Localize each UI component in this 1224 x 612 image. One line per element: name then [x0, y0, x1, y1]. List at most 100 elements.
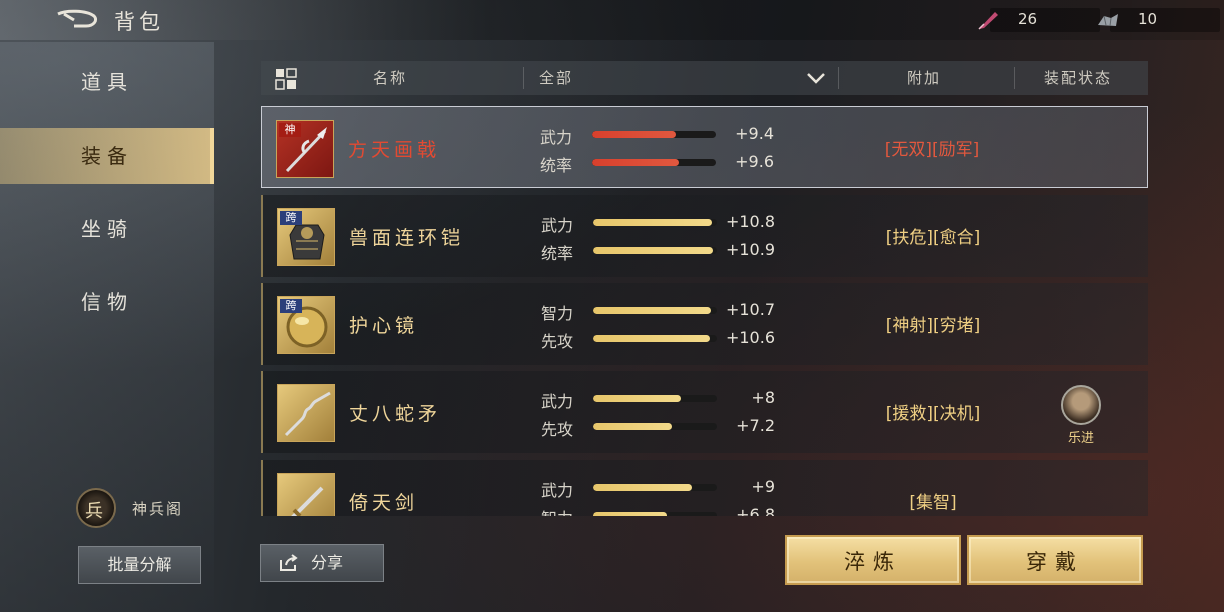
extra-skills: [援救][决机]	[885, 404, 981, 424]
equipment-row[interactable]: 丈八蛇矛 武力 +8 先攻 +7.2 [援救][决机] 乐进	[261, 371, 1148, 453]
stat-value: +7.2	[736, 416, 775, 435]
stat-label: 武力	[541, 481, 574, 500]
stat-bar	[593, 335, 717, 342]
stat-value: +8	[751, 388, 775, 407]
batch-decompose-button[interactable]: 批量分解	[78, 546, 201, 584]
feather-count: 26	[1018, 10, 1038, 28]
refine-button[interactable]: 淬炼	[785, 535, 961, 585]
stat-bar-fill	[593, 512, 668, 516]
stat-value: +6.8	[736, 505, 775, 516]
extra-skills: [集智]	[909, 493, 957, 513]
forge-icon: 兵	[76, 488, 116, 528]
stat-bar-fill	[592, 131, 677, 138]
stat-label: 先攻	[541, 332, 574, 351]
forge-entry[interactable]: 兵 神兵阁	[76, 488, 216, 528]
stat-label: 武力	[541, 392, 574, 411]
extra-skills: [扶危][愈合]	[885, 228, 981, 248]
table-header: 名称 全部 附加 装配状态	[261, 61, 1148, 95]
filter-dropdown-label[interactable]: 全部	[539, 61, 573, 95]
equipment-row[interactable]: 倚天剑 武力 +9 智力 +6.8 [集智]	[261, 460, 1148, 516]
stat-label: 统率	[541, 244, 574, 263]
stat-bar	[593, 512, 717, 516]
stat-bar	[592, 131, 716, 138]
chevron-down-icon[interactable]	[806, 71, 826, 85]
item-thumbnail: 跨	[277, 208, 335, 266]
rarity-badge: 神	[279, 123, 301, 137]
currency-ore: 10	[1098, 8, 1220, 32]
stat-label: 武力	[540, 128, 573, 147]
equipment-row[interactable]: 神 方天画戟 武力 +9.4 统率 +9.6 [无双][励军]	[261, 106, 1148, 188]
item-thumbnail: 跨	[277, 296, 335, 354]
extra-skills: [神射][穷堵]	[885, 316, 981, 336]
stat-label: 统率	[540, 156, 573, 175]
header-divider	[1014, 67, 1015, 89]
item-thumbnail	[277, 473, 335, 516]
equipment-row[interactable]: 跨 兽面连环铠 武力 +10.8 统率 +10.9 [扶危][愈合]	[261, 195, 1148, 277]
stat-label: 武力	[541, 216, 574, 235]
header-divider	[838, 67, 839, 89]
column-extra: 附加	[907, 69, 942, 87]
rarity-badge: 跨	[280, 299, 302, 313]
stat-label: 先攻	[541, 420, 574, 439]
equipped-general-name: 乐进	[1067, 431, 1094, 446]
extra-skills: [无双][励军]	[884, 140, 980, 160]
back-arrow-icon[interactable]	[56, 8, 100, 32]
item-name: 倚天剑	[349, 492, 419, 514]
stat-bar	[593, 307, 717, 314]
stat-value: +10.7	[725, 300, 775, 319]
item-thumbnail	[277, 384, 335, 442]
stat-bar-fill	[593, 423, 673, 430]
stat-bar	[593, 423, 717, 430]
item-thumbnail: 神	[276, 120, 334, 178]
forge-label: 神兵阁	[132, 500, 184, 518]
forge-icon-glyph: 兵	[85, 501, 103, 522]
stat-value: +9.6	[735, 152, 774, 171]
feather-icon	[978, 12, 998, 30]
sidebar-item-tokens[interactable]: 信物	[0, 274, 214, 330]
item-name: 兽面连环铠	[349, 227, 465, 249]
stat-bar	[593, 395, 717, 402]
stat-value: +10.9	[725, 240, 775, 259]
equip-button[interactable]: 穿戴	[967, 535, 1143, 585]
stat-label: 智力	[541, 304, 574, 323]
stat-bar	[593, 247, 717, 254]
sidebar-item-mounts[interactable]: 坐骑	[0, 201, 214, 257]
stat-value: +9.4	[735, 124, 774, 143]
column-equip-status: 装配状态	[1044, 69, 1113, 87]
currency-feather: 26	[978, 8, 1100, 32]
top-bar: 背包 26 10	[0, 0, 1224, 40]
share-icon	[280, 554, 298, 571]
sidebar-item-equipment[interactable]: 装备	[0, 128, 214, 184]
share-label: 分享	[311, 553, 344, 572]
equipment-list: 神 方天画戟 武力 +9.4 统率 +9.6 [无双][励军] 跨 兽面连环铠 …	[261, 106, 1148, 516]
ore-icon	[1098, 14, 1118, 27]
stat-bar-fill	[593, 219, 713, 226]
stat-bar-fill	[592, 159, 679, 166]
stat-bar-fill	[593, 335, 710, 342]
column-name: 名称	[373, 69, 408, 87]
header-divider	[523, 67, 524, 89]
item-name: 丈八蛇矛	[349, 403, 442, 425]
stat-value: +10.6	[725, 328, 775, 347]
stat-value: +10.8	[725, 212, 775, 231]
item-name: 护心镜	[349, 315, 419, 337]
stat-bar	[593, 484, 717, 491]
stat-bar-fill	[593, 395, 682, 402]
stat-bar	[593, 219, 717, 226]
general-avatar[interactable]	[1061, 385, 1101, 425]
stat-bar-fill	[593, 307, 711, 314]
stat-bar	[592, 159, 716, 166]
rarity-badge: 跨	[280, 211, 302, 225]
stat-label: 智力	[541, 505, 573, 516]
share-button[interactable]: 分享	[260, 544, 384, 582]
sidebar-item-props[interactable]: 道具	[0, 54, 214, 110]
stat-value: +9	[751, 477, 775, 496]
equipment-row[interactable]: 跨 护心镜 智力 +10.7 先攻 +10.6 [神射][穷堵]	[261, 283, 1148, 365]
sword-icon	[291, 486, 324, 516]
ore-count: 10	[1138, 10, 1158, 28]
serpent-spear-icon	[284, 391, 331, 437]
grid-view-icon[interactable]	[275, 68, 297, 90]
stat-bar-fill	[593, 247, 714, 254]
item-name: 方天画戟	[348, 139, 441, 161]
stat-bar-fill	[593, 484, 693, 491]
